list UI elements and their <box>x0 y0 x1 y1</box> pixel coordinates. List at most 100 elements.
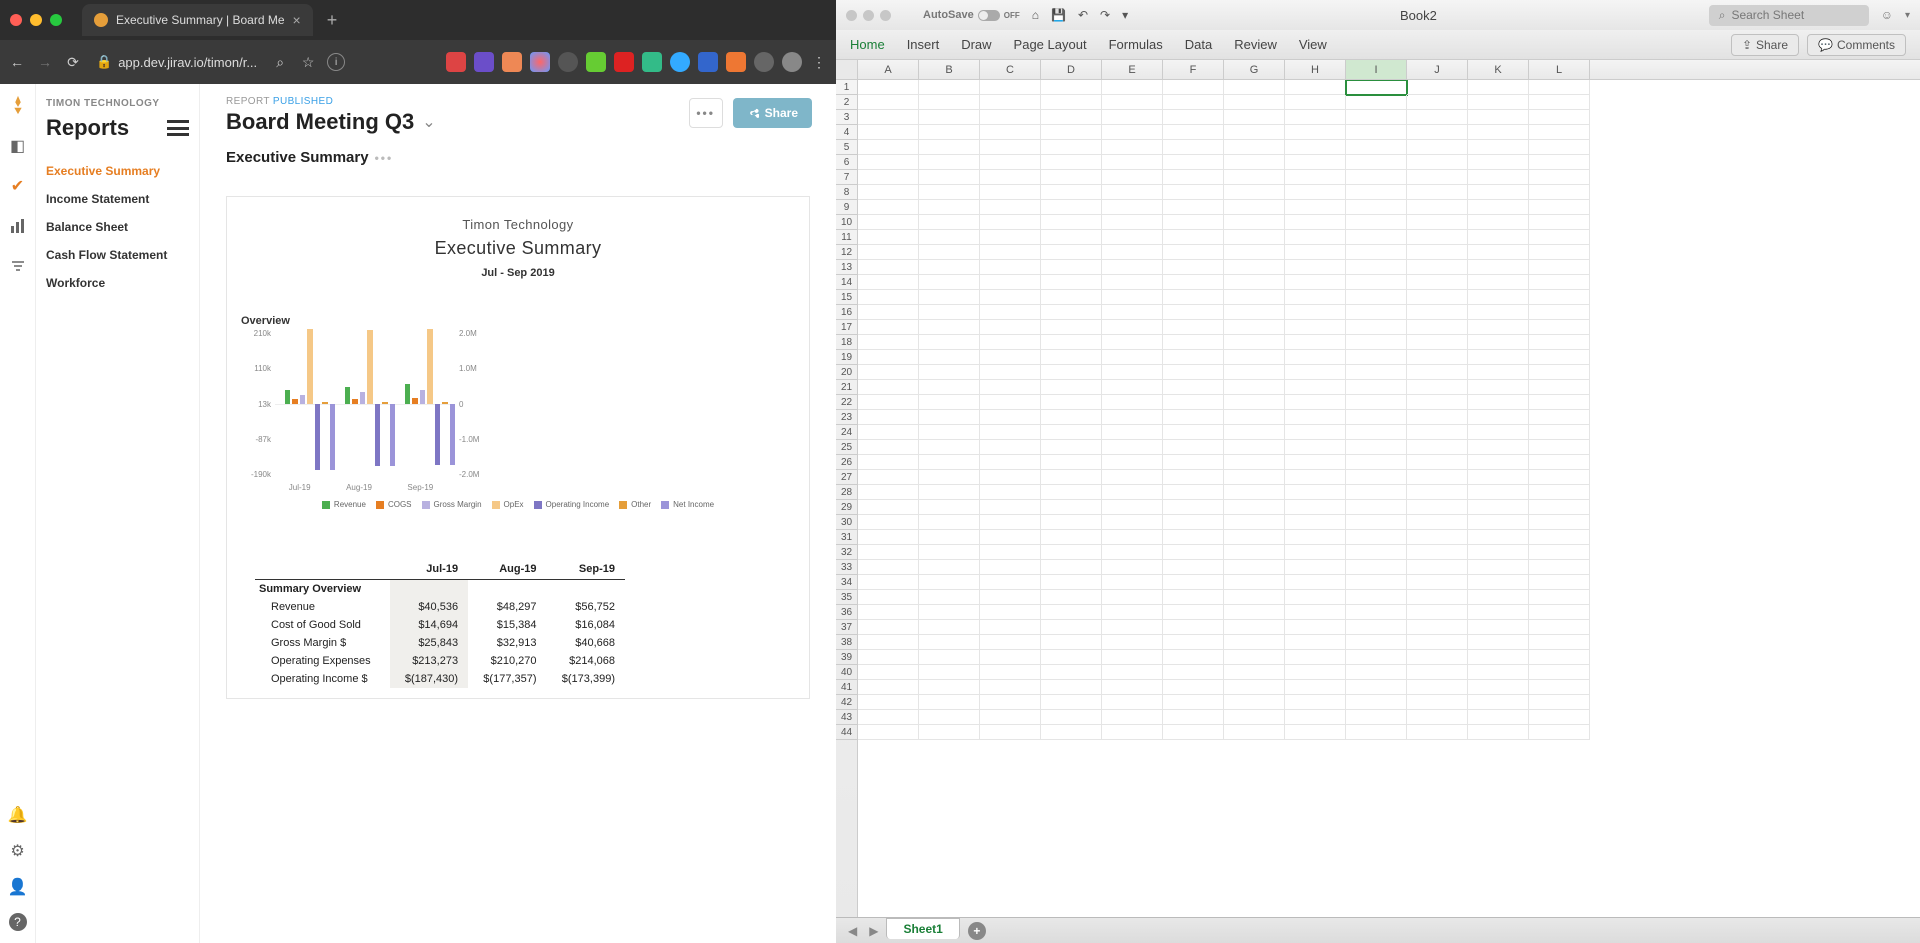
cell[interactable] <box>1041 395 1102 410</box>
cell[interactable] <box>1285 200 1346 215</box>
cell[interactable] <box>1346 410 1407 425</box>
cell[interactable] <box>1224 95 1285 110</box>
cell[interactable] <box>1224 410 1285 425</box>
cell[interactable] <box>1529 110 1590 125</box>
cell[interactable] <box>1407 245 1468 260</box>
cell[interactable] <box>1529 170 1590 185</box>
row-header[interactable]: 9 <box>836 200 857 215</box>
cell[interactable] <box>980 530 1041 545</box>
cell[interactable] <box>1529 230 1590 245</box>
cell[interactable] <box>980 680 1041 695</box>
cell[interactable] <box>1468 125 1529 140</box>
cell[interactable] <box>919 380 980 395</box>
cell[interactable] <box>1407 185 1468 200</box>
row-header[interactable]: 24 <box>836 425 857 440</box>
cell[interactable] <box>1102 590 1163 605</box>
cell[interactable] <box>1224 215 1285 230</box>
cell[interactable] <box>1041 320 1102 335</box>
cell[interactable] <box>1163 470 1224 485</box>
cell[interactable] <box>1163 575 1224 590</box>
cell[interactable] <box>1163 440 1224 455</box>
cell[interactable] <box>1346 155 1407 170</box>
cell[interactable] <box>1163 665 1224 680</box>
cell[interactable] <box>1346 170 1407 185</box>
info-icon[interactable]: i <box>327 53 345 71</box>
cell[interactable] <box>980 635 1041 650</box>
cell[interactable] <box>919 410 980 425</box>
cell[interactable] <box>919 695 980 710</box>
cell[interactable] <box>1468 680 1529 695</box>
ribbon-tab[interactable]: Insert <box>907 37 940 52</box>
cell[interactable] <box>1529 275 1590 290</box>
cell[interactable] <box>1529 530 1590 545</box>
cell[interactable] <box>1041 620 1102 635</box>
cell[interactable] <box>1468 80 1529 95</box>
cell[interactable] <box>1346 140 1407 155</box>
cell[interactable] <box>1285 560 1346 575</box>
cell[interactable] <box>1102 290 1163 305</box>
cell[interactable] <box>1224 245 1285 260</box>
cell[interactable] <box>1529 695 1590 710</box>
row-header[interactable]: 39 <box>836 650 857 665</box>
cell[interactable] <box>1346 395 1407 410</box>
cell[interactable] <box>1102 350 1163 365</box>
cell[interactable] <box>1102 125 1163 140</box>
more-button[interactable]: ••• <box>689 98 723 128</box>
redo-icon[interactable]: ↷ <box>1100 8 1110 22</box>
cell[interactable] <box>1163 530 1224 545</box>
cell[interactable] <box>858 725 919 740</box>
cell[interactable] <box>1346 680 1407 695</box>
cell[interactable] <box>1407 590 1468 605</box>
cell[interactable] <box>1529 605 1590 620</box>
cell[interactable] <box>1102 560 1163 575</box>
cell[interactable] <box>1407 140 1468 155</box>
cell[interactable] <box>1346 470 1407 485</box>
cell[interactable] <box>1041 455 1102 470</box>
cell[interactable] <box>1285 125 1346 140</box>
cell[interactable] <box>1407 395 1468 410</box>
cell[interactable] <box>1468 410 1529 425</box>
column-header[interactable]: A <box>858 60 919 79</box>
cell[interactable] <box>858 95 919 110</box>
ext-icon[interactable] <box>474 52 494 72</box>
cell[interactable] <box>1407 560 1468 575</box>
hamburger-icon[interactable] <box>167 120 189 136</box>
cell[interactable] <box>1468 170 1529 185</box>
cell[interactable] <box>919 725 980 740</box>
cell[interactable] <box>1529 140 1590 155</box>
cell[interactable] <box>1529 485 1590 500</box>
cell[interactable] <box>1102 695 1163 710</box>
cell[interactable] <box>980 380 1041 395</box>
cell[interactable] <box>1285 440 1346 455</box>
add-sheet-button[interactable]: + <box>968 922 986 940</box>
cell[interactable] <box>1163 725 1224 740</box>
cell[interactable] <box>1041 530 1102 545</box>
cell[interactable] <box>1102 335 1163 350</box>
cell[interactable] <box>1468 95 1529 110</box>
cell[interactable] <box>1529 710 1590 725</box>
cell[interactable] <box>1529 200 1590 215</box>
ext-icon[interactable] <box>670 52 690 72</box>
row-header[interactable]: 4 <box>836 125 857 140</box>
cell[interactable] <box>1224 320 1285 335</box>
cell[interactable] <box>919 500 980 515</box>
bell-icon[interactable]: 🔔 <box>8 805 28 825</box>
row-header[interactable]: 31 <box>836 530 857 545</box>
cell[interactable] <box>980 290 1041 305</box>
cell[interactable] <box>919 320 980 335</box>
cell[interactable] <box>1224 650 1285 665</box>
cell[interactable] <box>1102 245 1163 260</box>
cell[interactable] <box>1285 155 1346 170</box>
cell[interactable] <box>858 140 919 155</box>
cell[interactable] <box>1163 605 1224 620</box>
cell[interactable] <box>1163 290 1224 305</box>
column-header[interactable]: G <box>1224 60 1285 79</box>
cell[interactable] <box>980 440 1041 455</box>
cell[interactable] <box>919 440 980 455</box>
cell[interactable] <box>1102 185 1163 200</box>
cell[interactable] <box>980 305 1041 320</box>
address-bar[interactable]: 🔒 app.dev.jirav.io/timon/r... <box>92 54 261 70</box>
row-header[interactable]: 40 <box>836 665 857 680</box>
row-header[interactable]: 44 <box>836 725 857 740</box>
cell[interactable] <box>1468 485 1529 500</box>
